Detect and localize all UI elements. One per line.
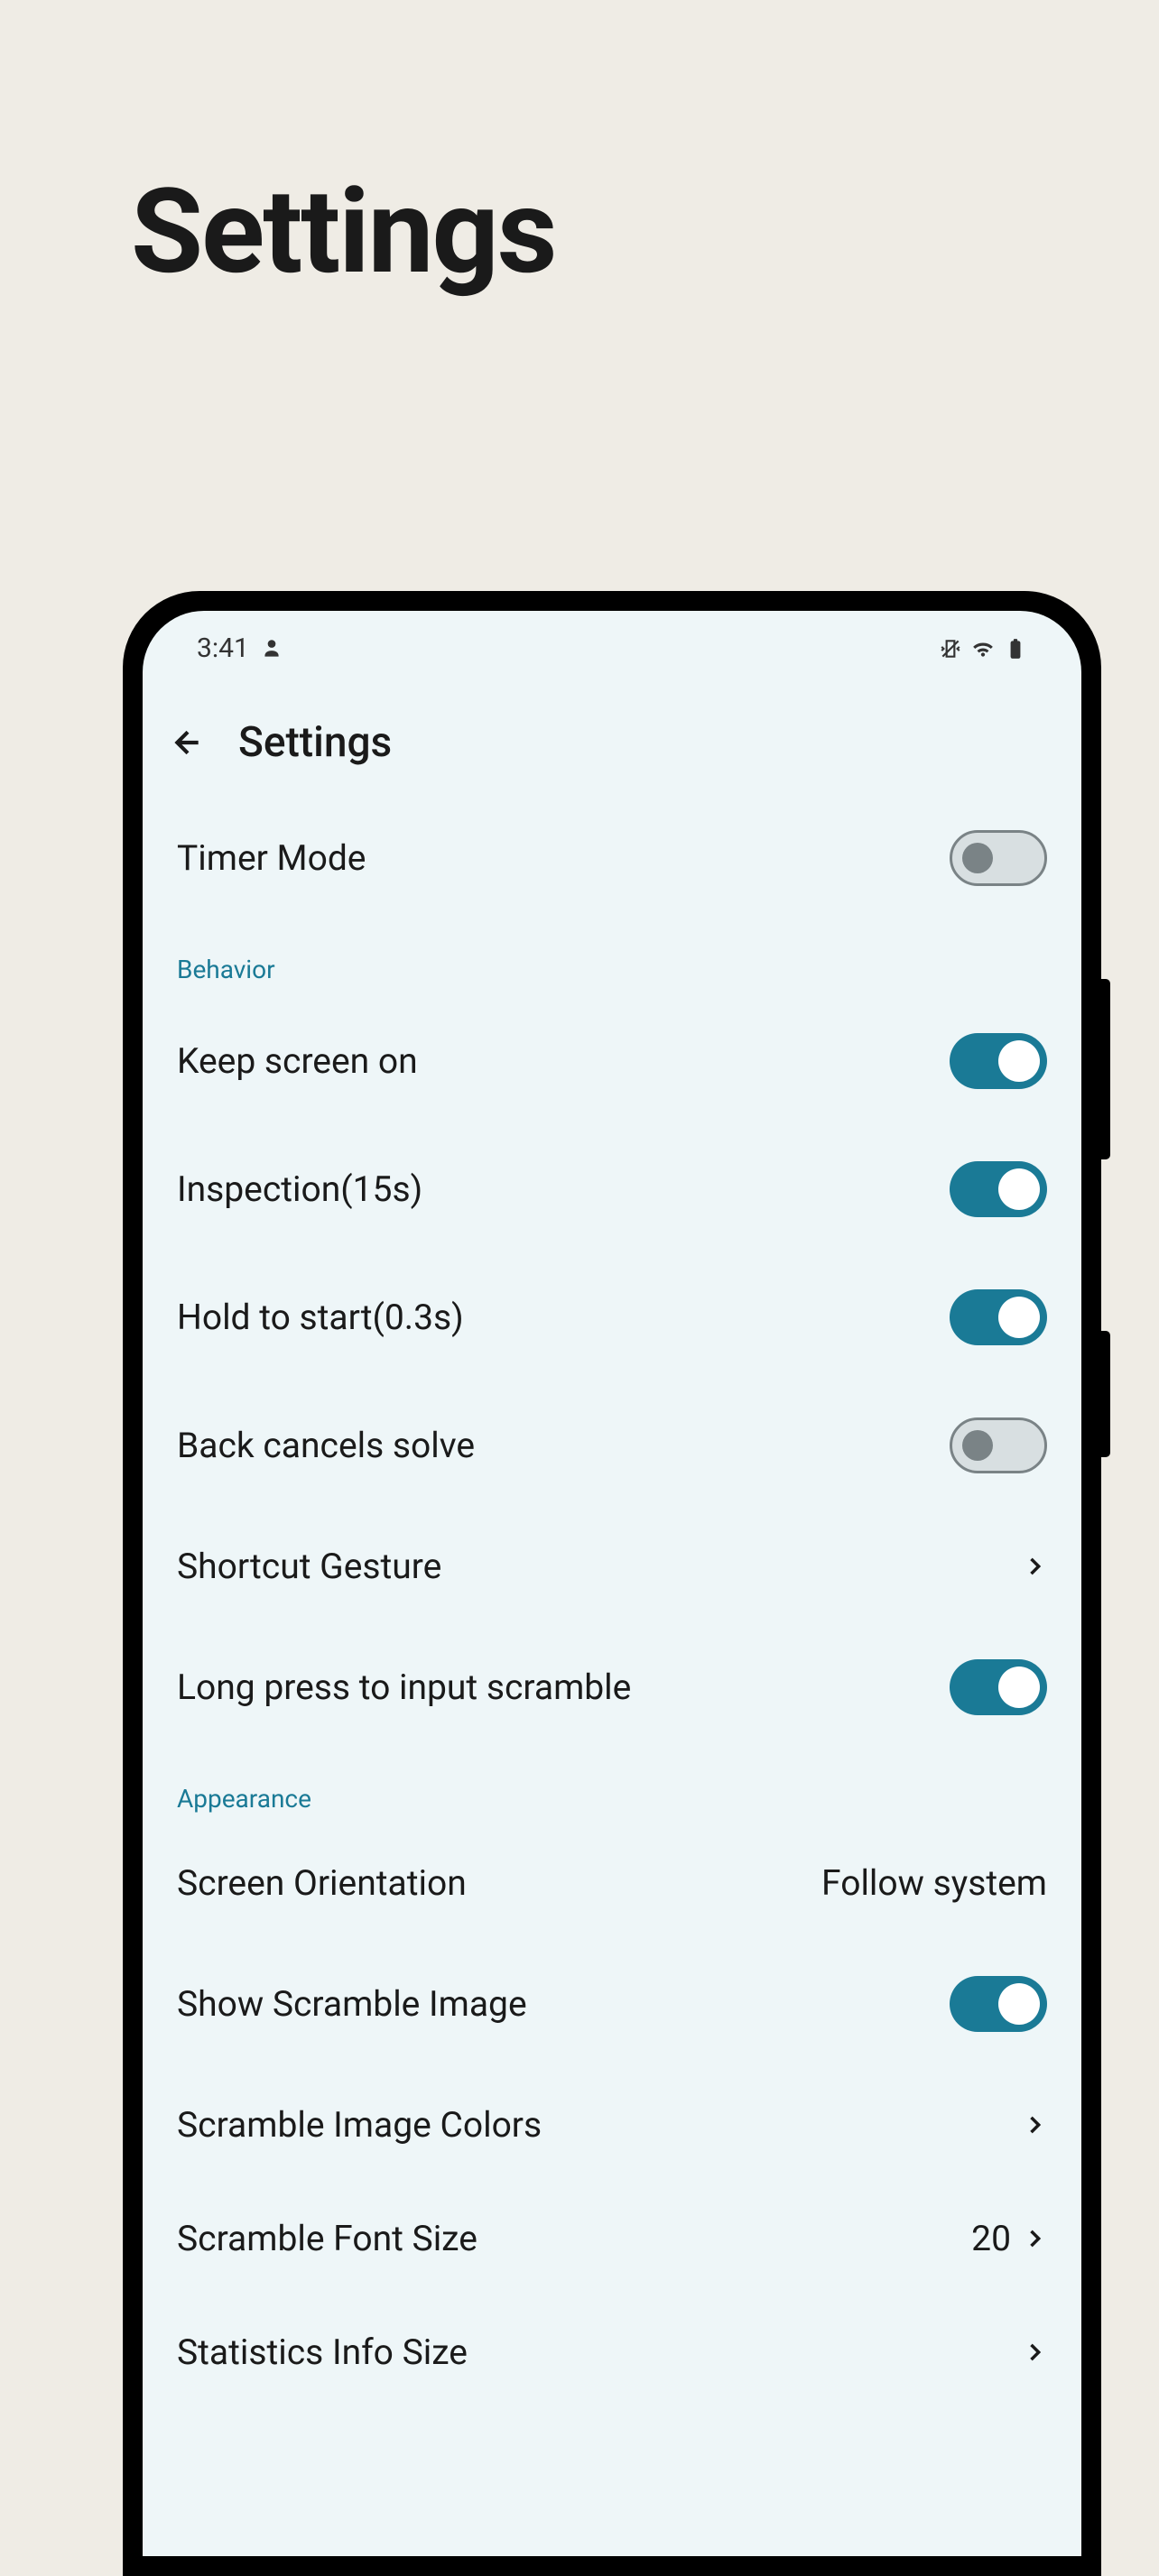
chevron-right-icon xyxy=(1022,2112,1047,2137)
phone-side-button xyxy=(1101,979,1110,1159)
chevron-right-icon xyxy=(1022,1554,1047,1579)
setting-label: Scramble Image Colors xyxy=(177,2104,542,2146)
app-header: Settings xyxy=(143,673,1081,794)
status-time: 3:41 xyxy=(197,632,249,664)
phone-frame: 3:41 xyxy=(123,591,1101,2576)
toggle-knob xyxy=(998,1667,1040,1708)
setting-label: Screen Orientation xyxy=(177,1862,467,1904)
page-title: Settings xyxy=(0,0,1159,300)
toggle-show-scramble-image[interactable] xyxy=(950,1976,1047,2032)
settings-list: Timer Mode Behavior Keep screen on Inspe… xyxy=(143,794,1081,2409)
toggle-inspection[interactable] xyxy=(950,1161,1047,1217)
back-arrow-icon[interactable] xyxy=(170,725,206,761)
setting-keep-screen-on[interactable]: Keep screen on xyxy=(170,997,1054,1125)
setting-value: 20 xyxy=(971,2218,1011,2259)
status-bar-left: 3:41 xyxy=(197,632,283,664)
wifi-icon xyxy=(971,637,995,660)
setting-shortcut-gesture[interactable]: Shortcut Gesture xyxy=(170,1510,1054,1623)
toggle-knob xyxy=(962,1430,993,1461)
setting-label: Hold to start(0.3s) xyxy=(177,1297,464,1338)
toggle-knob xyxy=(998,1297,1040,1338)
status-bar-right xyxy=(939,637,1027,660)
setting-label: Long press to input scramble xyxy=(177,1667,631,1708)
setting-scramble-image-colors[interactable]: Scramble Image Colors xyxy=(170,2068,1054,2182)
vibrate-icon xyxy=(939,637,962,660)
chevron-right-icon xyxy=(1022,2226,1047,2251)
setting-label: Timer Mode xyxy=(177,837,366,879)
setting-value-group: 20 xyxy=(971,2218,1047,2259)
setting-label: Shortcut Gesture xyxy=(177,1546,441,1587)
setting-back-cancels-solve[interactable]: Back cancels solve xyxy=(170,1381,1054,1510)
section-header-appearance: Appearance xyxy=(170,1751,1054,1826)
battery-icon xyxy=(1004,637,1027,660)
setting-inspection[interactable]: Inspection(15s) xyxy=(170,1125,1054,1253)
header-title: Settings xyxy=(238,718,392,767)
setting-label: Scramble Font Size xyxy=(177,2218,478,2259)
toggle-hold-to-start[interactable] xyxy=(950,1289,1047,1345)
toggle-knob xyxy=(998,1168,1040,1210)
toggle-knob xyxy=(998,1040,1040,1082)
toggle-long-press-scramble[interactable] xyxy=(950,1659,1047,1715)
toggle-knob xyxy=(962,843,993,873)
toggle-knob xyxy=(998,1983,1040,2025)
setting-label: Show Scramble Image xyxy=(177,1983,527,2025)
phone-side-button xyxy=(1101,1331,1110,1457)
setting-timer-mode[interactable]: Timer Mode xyxy=(170,794,1054,922)
setting-hold-to-start[interactable]: Hold to start(0.3s) xyxy=(170,1253,1054,1381)
setting-label: Back cancels solve xyxy=(177,1425,475,1466)
setting-show-scramble-image[interactable]: Show Scramble Image xyxy=(170,1940,1054,2068)
setting-value: Follow system xyxy=(821,1862,1047,1904)
chevron-right-icon xyxy=(1022,2340,1047,2365)
phone-screen: 3:41 xyxy=(143,611,1081,2556)
setting-statistics-info-size[interactable]: Statistics Info Size xyxy=(170,2295,1054,2409)
toggle-timer-mode[interactable] xyxy=(950,830,1047,886)
setting-label: Inspection(15s) xyxy=(177,1168,422,1210)
toggle-back-cancels-solve[interactable] xyxy=(950,1417,1047,1473)
setting-screen-orientation[interactable]: Screen Orientation Follow system xyxy=(170,1826,1054,1940)
setting-long-press-scramble[interactable]: Long press to input scramble xyxy=(170,1623,1054,1751)
section-header-behavior: Behavior xyxy=(170,922,1054,997)
status-bar: 3:41 xyxy=(143,611,1081,673)
setting-label: Keep screen on xyxy=(177,1040,418,1082)
toggle-keep-screen-on[interactable] xyxy=(950,1033,1047,1089)
person-icon xyxy=(260,637,283,660)
setting-scramble-font-size[interactable]: Scramble Font Size 20 xyxy=(170,2182,1054,2295)
setting-label: Statistics Info Size xyxy=(177,2331,468,2373)
